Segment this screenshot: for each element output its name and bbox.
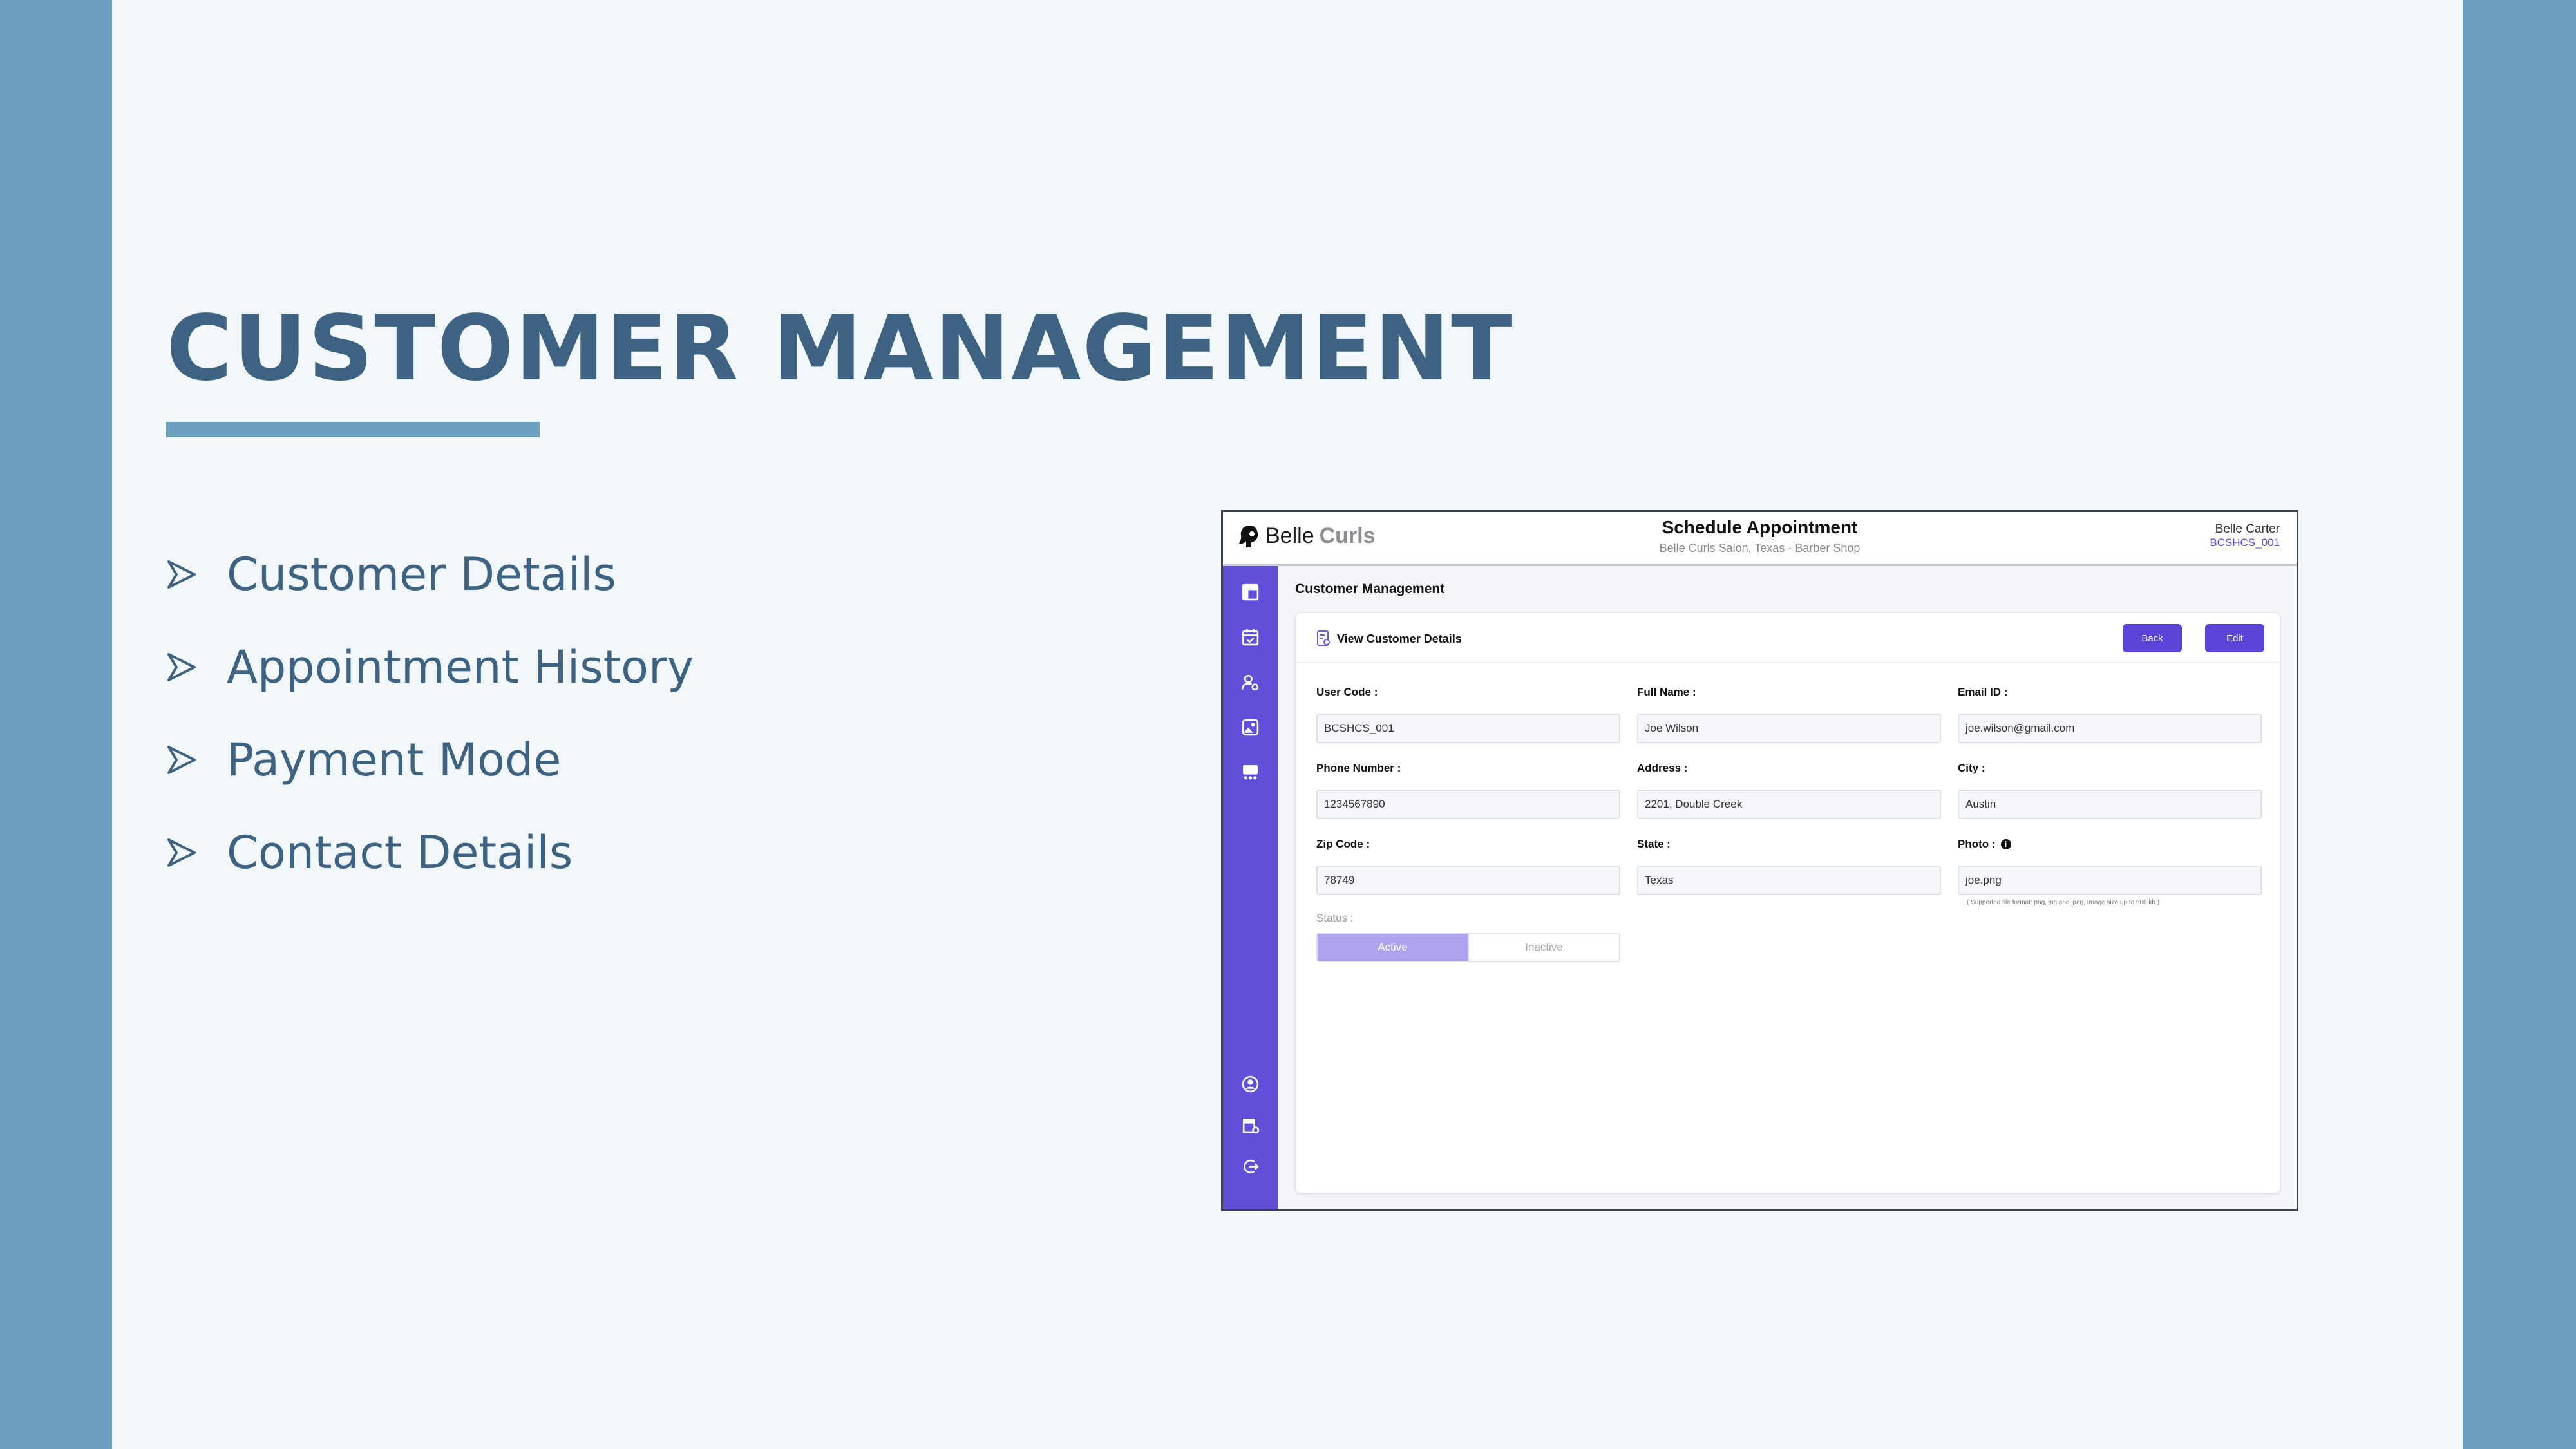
app-screenshot: Belle Curls Schedule Appointment Belle C… [1221,510,2298,1211]
edit-button[interactable]: Edit [2205,624,2264,652]
zip-code-field: Zip Code : [1316,836,1620,895]
full-name-label: Full Name : [1637,686,1696,698]
city-field: City : [1958,760,2262,819]
card-header: View Customer Details Back Edit [1296,613,2280,663]
zip-code-label: Zip Code : [1316,838,1370,850]
bullet-item: Payment Mode [166,714,694,806]
arrowhead-bullet-icon [167,746,196,774]
app-header: Belle Curls Schedule Appointment Belle C… [1223,512,2297,566]
bullet-text: Payment Mode [227,734,562,786]
photo-field: Photo : i ( Supported file format: png, … [1958,836,2262,906]
user-name[interactable]: Belle Carter [2215,522,2280,536]
arrowhead-bullet-icon [167,653,196,681]
customer-details-card: View Customer Details Back Edit User Cod… [1295,612,2280,1193]
bullet-item: Contact Details [166,806,694,899]
bullet-text: Appointment History [227,641,694,694]
status-active-option[interactable]: Active [1318,934,1468,961]
photo-label: Photo : [1958,838,1996,850]
gallery-icon[interactable] [1241,718,1260,737]
header-subtitle: Belle Curls Salon, Texas - Barber Shop [1659,542,1861,554]
state-field: State : [1637,836,1941,895]
card-title: View Customer Details [1337,632,1462,645]
photo-input[interactable] [1958,866,2262,895]
full-name-input[interactable] [1637,714,1941,743]
full-name-field: Full Name : [1637,684,1941,743]
state-label: State : [1637,838,1671,850]
store-settings-icon[interactable] [1241,1116,1260,1135]
user-code-link[interactable]: BCSHCS_001 [2210,536,2280,549]
logout-icon[interactable] [1241,1157,1260,1176]
user-settings-icon[interactable] [1241,673,1260,692]
email-field: Email ID : [1958,684,2262,743]
sidebar [1223,566,1278,1209]
phone-label: Phone Number : [1316,762,1401,774]
dashboard-icon[interactable] [1241,583,1260,601]
email-input[interactable] [1958,714,2262,743]
slide-title: CUSTOMER MANAGEMENT [166,296,1514,401]
city-label: City : [1958,762,1985,774]
city-input[interactable] [1958,790,2262,819]
zip-code-input[interactable] [1316,866,1620,895]
header-title: Schedule Appointment [1662,517,1858,537]
services-icon[interactable] [1241,763,1260,782]
title-underline [166,422,540,437]
bullet-item: Customer Details [166,528,694,621]
phone-field: Phone Number : [1316,760,1620,819]
photo-label-row: Photo : i [1958,836,2262,853]
user-code-input[interactable] [1316,714,1620,743]
page-heading: Customer Management [1295,582,1445,596]
document-user-icon [1317,630,1330,646]
bullet-text: Customer Details [227,548,616,601]
bullet-item: Appointment History [166,621,694,714]
back-button[interactable]: Back [2123,624,2182,652]
status-inactive-option[interactable]: Inactive [1468,934,1619,961]
address-input[interactable] [1637,790,1941,819]
user-code-label: User Code : [1316,686,1378,698]
bullet-text: Contact Details [227,826,573,879]
info-icon[interactable]: i [2000,839,2011,849]
address-field: Address : [1637,760,1941,819]
phone-input[interactable] [1316,790,1620,819]
email-label: Email ID : [1958,686,2008,698]
profile-icon[interactable] [1241,1075,1260,1094]
status-toggle: Active Inactive [1316,933,1620,962]
status-label: Status : [1316,912,1354,924]
main-content: Customer Management View Customer Detail… [1278,566,2297,1209]
bullet-list: Customer Details Appointment History Pay… [166,528,694,899]
arrowhead-bullet-icon [167,838,196,867]
photo-format-note: ( Supported file format: png, jpg and jp… [1967,899,2160,906]
arrowhead-bullet-icon [167,560,196,589]
state-input[interactable] [1637,866,1941,895]
user-code-field: User Code : [1316,684,1620,743]
calendar-check-icon[interactable] [1241,628,1260,647]
address-label: Address : [1637,762,1688,774]
